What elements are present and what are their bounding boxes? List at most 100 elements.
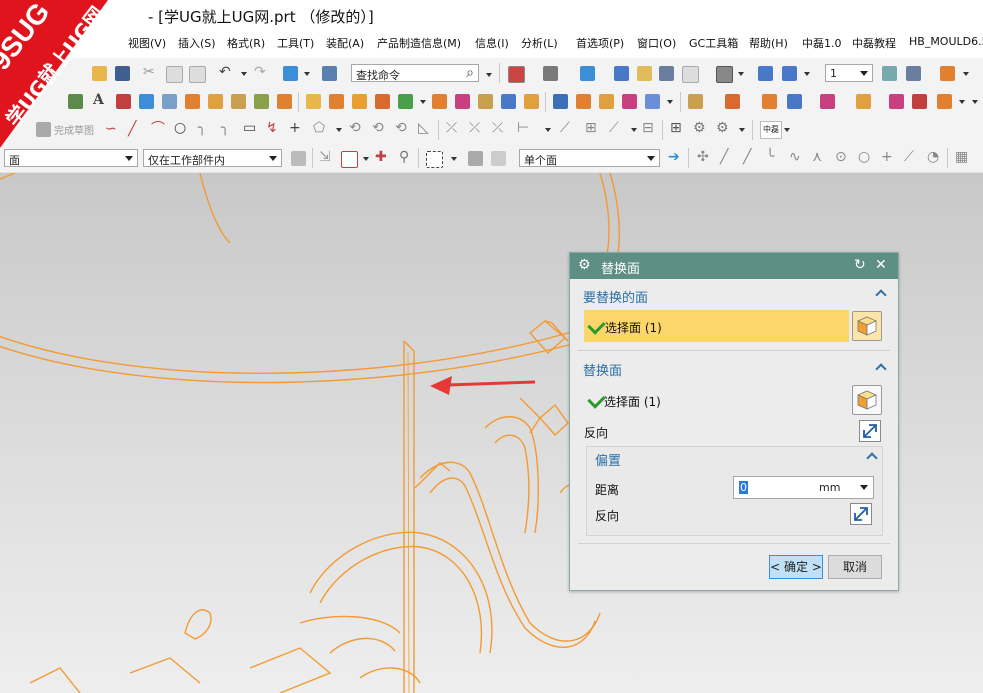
revolve-icon[interactable] xyxy=(162,94,177,109)
snap-control-icon[interactable]: ╱ xyxy=(743,150,751,165)
offset-section-title[interactable]: 偏置 xyxy=(595,450,621,469)
shell-icon[interactable] xyxy=(306,94,321,109)
collapse-icon[interactable] xyxy=(866,452,878,464)
menu-tools[interactable]: 工具(T) xyxy=(277,35,314,51)
make-parallel-icon[interactable] xyxy=(889,94,904,109)
section-replacement-face-title[interactable]: 替换面 xyxy=(583,360,622,379)
rectangle-select-icon[interactable] xyxy=(426,151,443,168)
chevron-down-icon[interactable] xyxy=(363,157,369,161)
show-constraints-icon[interactable]: ⊞ xyxy=(585,121,597,136)
chevron-down-icon[interactable] xyxy=(241,72,247,76)
quick-extend-icon[interactable]: ⤫ xyxy=(469,121,480,136)
move-icon[interactable] xyxy=(758,66,773,81)
select-replacement-face-button[interactable] xyxy=(852,385,882,415)
distance-input[interactable]: 0 mm xyxy=(733,476,874,499)
deselect-icon[interactable]: ✚ xyxy=(375,150,387,165)
section-face-to-replace-title[interactable]: 要替换的面 xyxy=(583,287,648,306)
face-rule-select[interactable]: 单个面 xyxy=(519,149,660,167)
menu-assembly[interactable]: 装配(A) xyxy=(326,35,364,51)
close-icon[interactable]: ✕ xyxy=(875,258,887,273)
replace-face-icon[interactable] xyxy=(622,94,637,109)
zhonglei-button[interactable]: 中磊 xyxy=(760,121,782,139)
menu-help[interactable]: 帮助(H) xyxy=(749,35,788,51)
wcs-icon[interactable] xyxy=(283,66,298,81)
resize-blend-icon[interactable] xyxy=(725,94,740,109)
cancel-button[interactable]: 取消 xyxy=(828,555,882,579)
chamfer-sketch-icon[interactable]: ╮ xyxy=(221,121,229,136)
select-body-icon[interactable] xyxy=(468,151,483,166)
edge-blend-icon[interactable] xyxy=(254,94,269,109)
command-search-input[interactable]: 查找命令 ⌕ xyxy=(351,64,479,82)
sketch-settings-icon[interactable]: ⊞ xyxy=(670,121,682,136)
work-layer-select[interactable]: 1 xyxy=(825,64,873,82)
copy-icon[interactable] xyxy=(166,66,183,83)
auto-dimension-icon[interactable]: ⟋ xyxy=(609,121,619,136)
delete-face-icon[interactable] xyxy=(645,94,660,109)
polygon-icon[interactable]: ⬠ xyxy=(313,121,325,136)
menu-format[interactable]: 格式(R) xyxy=(227,35,265,51)
menu-window[interactable]: 窗口(O) xyxy=(637,35,676,51)
reset-icon[interactable]: ↻ xyxy=(854,258,866,273)
layer-settings-icon[interactable] xyxy=(882,66,897,81)
auto-constrain-icon[interactable]: ⟋ xyxy=(560,121,570,136)
pattern-icon[interactable] xyxy=(352,94,367,109)
select-feature-icon[interactable] xyxy=(491,151,506,166)
draft-icon[interactable] xyxy=(329,94,344,109)
quick-trim-icon[interactable]: ⤫ xyxy=(446,121,457,136)
chevron-down-icon[interactable] xyxy=(420,100,426,104)
grid-icon[interactable]: ▦ xyxy=(955,150,968,165)
move-face-icon[interactable] xyxy=(553,94,568,109)
background-icon[interactable] xyxy=(682,66,699,83)
snap-existing-point-icon[interactable]: ⊙ xyxy=(835,150,847,165)
pull-face-icon[interactable] xyxy=(576,94,591,109)
chevron-down-icon[interactable] xyxy=(738,72,744,76)
reattach-icon[interactable]: ⚙ xyxy=(693,121,706,136)
chevron-down-icon[interactable] xyxy=(667,100,673,104)
snap-bounded-icon[interactable]: ◔ xyxy=(927,150,939,165)
menu-analysis[interactable]: 分析(L) xyxy=(521,35,558,51)
chevron-down-icon[interactable] xyxy=(739,128,745,132)
snap-quadrant-icon[interactable]: ⋏ xyxy=(812,150,822,165)
offset-curve-icon[interactable]: ⟲ xyxy=(349,121,361,136)
mirror-icon[interactable] xyxy=(375,94,390,109)
wcs-origin-icon[interactable] xyxy=(940,66,955,81)
menu-zhonglei[interactable]: 中磊1.0 xyxy=(802,35,842,51)
snap-intersection-icon[interactable]: ╰ xyxy=(766,150,774,165)
menu-zhonglei-tutorial[interactable]: 中磊教程 xyxy=(852,35,896,51)
menu-pmi[interactable]: 产品制造信息(M) xyxy=(377,35,461,51)
select-face-row-active[interactable]: 选择面 (1) xyxy=(584,310,849,342)
menu-info[interactable]: 信息(I) xyxy=(475,35,509,51)
offset-reverse-button[interactable] xyxy=(850,503,872,525)
circle-icon[interactable]: ○ xyxy=(174,121,186,136)
pattern-curve-icon[interactable]: ⟲ xyxy=(372,121,384,136)
hidden-line-icon[interactable] xyxy=(659,66,674,81)
chevron-down-icon[interactable] xyxy=(860,485,868,490)
chevron-down-icon[interactable] xyxy=(545,128,551,132)
chevron-down-icon[interactable] xyxy=(804,72,810,76)
chevron-down-icon[interactable] xyxy=(304,72,310,76)
collapse-icon[interactable] xyxy=(875,289,887,301)
menu-gc-toolbox[interactable]: GC工具箱 xyxy=(689,35,738,51)
chevron-down-icon[interactable] xyxy=(486,73,492,77)
menu-insert[interactable]: 插入(S) xyxy=(178,35,216,51)
chevron-down-icon[interactable] xyxy=(959,100,965,104)
wireframe-icon[interactable] xyxy=(637,66,652,81)
section-icon[interactable] xyxy=(782,66,797,81)
point-icon[interactable]: + xyxy=(289,121,301,136)
polyline-icon[interactable]: ↯ xyxy=(266,121,278,136)
arrow-right-icon[interactable]: ➔ xyxy=(668,150,680,165)
make-coplanar-icon[interactable] xyxy=(762,94,777,109)
snap-end-icon[interactable]: ✣ xyxy=(697,150,709,165)
menu-preferences[interactable]: 首选项(P) xyxy=(576,35,624,51)
relations-icon[interactable]: ⊟ xyxy=(642,121,654,136)
intersect-icon[interactable] xyxy=(231,94,246,109)
chevron-down-icon[interactable] xyxy=(336,128,342,132)
color-icon[interactable] xyxy=(716,66,733,83)
thicken-icon[interactable] xyxy=(478,94,493,109)
select-replacement-face-label[interactable]: 选择面 (1) xyxy=(604,393,661,410)
snap-tangent-icon[interactable]: ○ xyxy=(858,150,870,165)
select-all-icon[interactable]: ⇲ xyxy=(319,150,331,165)
make-symmetric-icon[interactable] xyxy=(856,94,871,109)
extract-geometry-icon[interactable] xyxy=(501,94,516,109)
snap-mid-icon[interactable]: ╱ xyxy=(720,150,728,165)
